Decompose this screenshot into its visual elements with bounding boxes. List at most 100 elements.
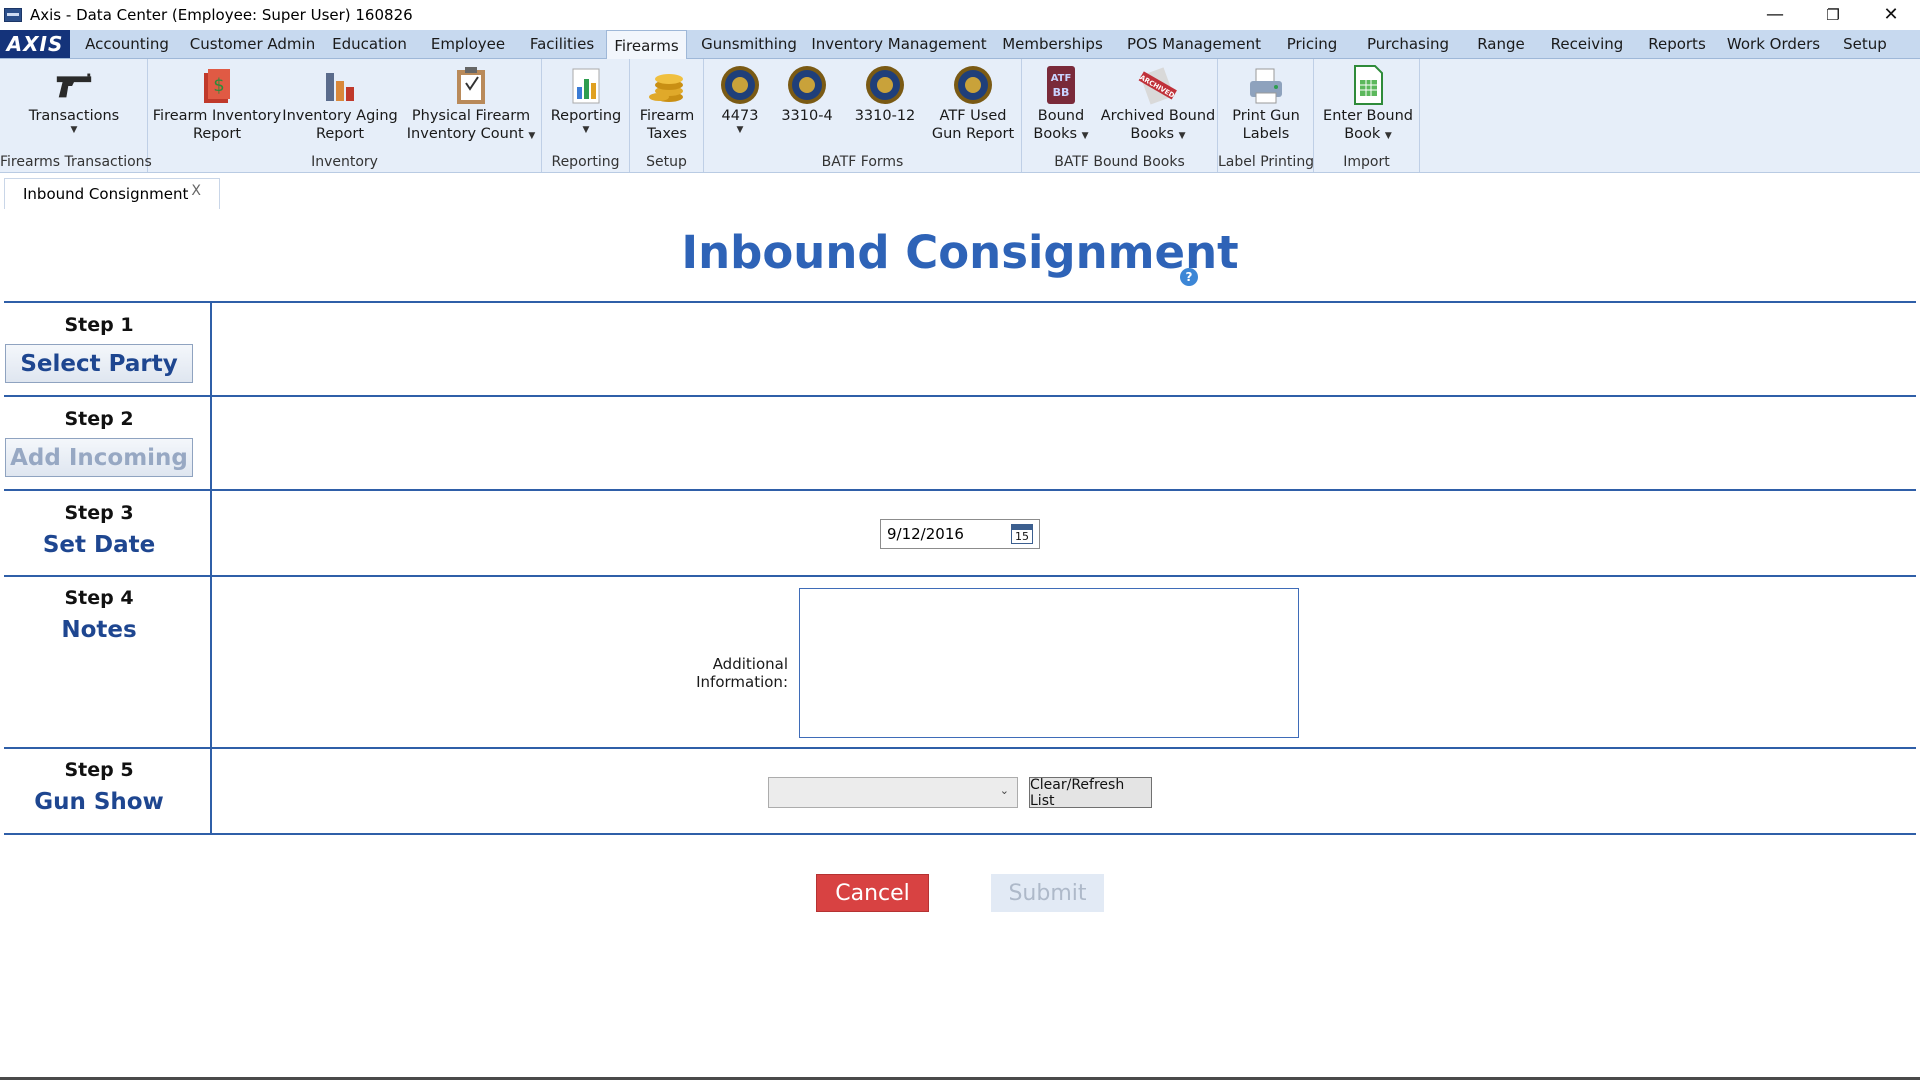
atf-seal-icon <box>719 63 761 107</box>
firearm-inventory-report-button[interactable]: $ Firearm Inventory Report <box>152 63 282 143</box>
step-number: Step 1 <box>64 314 134 336</box>
step-number: Step 4 <box>64 587 134 609</box>
menu-pos-management[interactable]: POS Management <box>1118 30 1270 58</box>
divider <box>4 489 1916 491</box>
firearm-taxes-label-2: Taxes <box>647 126 687 142</box>
atf-seal-icon <box>952 63 994 107</box>
group-label-label-printing: Label Printing <box>1218 154 1315 170</box>
ribbon-group-import: Enter Bound Book ▼ Import <box>1314 59 1420 172</box>
form-4473-label: 4473 <box>721 108 759 124</box>
additional-information-textarea[interactable] <box>799 588 1299 738</box>
step-2: Step 2 Add Incoming <box>4 408 194 477</box>
menu-accounting[interactable]: Accounting <box>70 30 184 58</box>
column-divider <box>210 302 212 834</box>
firearm-inventory-report-label-1: Firearm Inventory <box>152 108 282 124</box>
bb-text: BB <box>1053 86 1070 99</box>
form-3310-4-button[interactable]: 3310-4 <box>774 63 840 125</box>
step-number: Step 2 <box>64 408 134 430</box>
print-gun-labels-label-1: Print Gun <box>1232 108 1300 124</box>
menu-employee[interactable]: Employee <box>418 30 518 58</box>
close-button[interactable]: ✕ <box>1862 0 1920 29</box>
ribbon-group-setup: Firearm Taxes Setup <box>630 59 704 172</box>
tab-inbound-consignment[interactable]: Inbound Consignment X <box>4 178 220 209</box>
clipboard-icon <box>450 63 492 107</box>
firearm-taxes-button[interactable]: Firearm Taxes <box>634 63 700 143</box>
inventory-aging-report-label-2: Report <box>315 126 365 142</box>
menu-pricing[interactable]: Pricing <box>1270 30 1354 58</box>
calendar-day: 15 <box>1015 530 1029 543</box>
app-icon <box>4 7 22 22</box>
form-3310-12-button[interactable]: 3310-12 <box>848 63 922 125</box>
step-5: Step 5 Gun Show <box>4 759 194 815</box>
ribbon-group-batf-bound-books: ATF BB Bound Books ▼ ARCHIVED Archived Bo… <box>1022 59 1218 172</box>
group-label-setup: Setup <box>646 154 687 170</box>
bound-books-button[interactable]: ATF BB Bound Books ▼ <box>1026 63 1096 145</box>
archived-stamp-icon: ARCHIVED <box>1137 63 1179 107</box>
menu-gunsmithing[interactable]: Gunsmithing <box>687 30 811 58</box>
window-title: Axis - Data Center (Employee: Super User… <box>30 5 413 24</box>
physical-firearm-inventory-count-button[interactable]: Physical Firearm Inventory Count ▼ <box>406 63 536 145</box>
ribbon-group-inventory: $ Firearm Inventory Report Inventory Agi… <box>148 59 542 172</box>
window-controls: — ❐ ✕ <box>1746 0 1920 29</box>
enter-bound-book-button[interactable]: Enter Bound Book ▼ <box>1320 63 1416 145</box>
add-incoming-button[interactable]: Add Incoming <box>5 438 193 477</box>
inventory-aging-report-button[interactable]: Inventory Aging Report <box>282 63 398 143</box>
reporting-button[interactable]: Reporting ▼ <box>546 63 626 135</box>
gun-show-select[interactable]: ⌄ <box>768 777 1018 808</box>
date-picker[interactable]: 9/12/2016 15 <box>880 519 1040 549</box>
archived-bound-books-button[interactable]: ARCHIVED Archived Bound Books ▼ <box>1100 63 1216 145</box>
minimize-button[interactable]: — <box>1746 0 1804 29</box>
tab-close-button[interactable]: X <box>191 183 201 199</box>
submit-button[interactable]: Submit <box>991 874 1104 912</box>
menu-memberships[interactable]: Memberships <box>987 30 1118 58</box>
coins-icon <box>646 63 688 107</box>
page-title: Inbound Consignment <box>681 226 1239 279</box>
pistol-icon <box>53 63 95 107</box>
transactions-label: Transactions <box>28 108 120 124</box>
form-3310-4-label: 3310-4 <box>781 108 833 124</box>
menu-inventory-management[interactable]: Inventory Management <box>811 30 987 58</box>
enter-bound-book-label-1: Enter Bound <box>1323 108 1413 124</box>
help-icon[interactable]: ? <box>1180 268 1198 286</box>
step-number: Step 3 <box>64 502 134 524</box>
chevron-down-icon: ▼ <box>582 125 590 135</box>
title-bar: Axis - Data Center (Employee: Super User… <box>0 0 1920 29</box>
group-label-firearms-transactions: Firearms Transactions <box>0 154 152 170</box>
group-label-reporting: Reporting <box>551 154 620 170</box>
menu-facilities[interactable]: Facilities <box>518 30 606 58</box>
menu-setup[interactable]: Setup <box>1827 30 1903 58</box>
menu-purchasing[interactable]: Purchasing <box>1354 30 1462 58</box>
firearm-inventory-report-label-2: Report <box>192 126 242 142</box>
archived-bound-books-label-1: Archived Bound <box>1100 108 1216 124</box>
print-gun-labels-button[interactable]: Print Gun Labels <box>1222 63 1310 143</box>
divider <box>4 833 1916 835</box>
menu-receiving[interactable]: Receiving <box>1540 30 1634 58</box>
menu-range[interactable]: Range <box>1462 30 1540 58</box>
print-gun-labels-label-2: Labels <box>1242 126 1290 142</box>
group-label-batf-bound-books: BATF Bound Books <box>1054 154 1185 170</box>
menu-reports[interactable]: Reports <box>1634 30 1720 58</box>
menu-customer-admin[interactable]: Customer Admin <box>184 30 321 58</box>
set-date-label: Set Date <box>42 532 156 558</box>
form-4473-button[interactable]: 4473 ▼ <box>708 63 772 135</box>
calendar-icon[interactable]: 15 <box>1011 524 1033 544</box>
menu-education[interactable]: Education <box>321 30 418 58</box>
menu-firearms[interactable]: Firearms <box>606 30 687 60</box>
divider <box>4 747 1916 749</box>
ribbon-group-label-printing: Print Gun Labels Label Printing <box>1218 59 1314 172</box>
restore-button[interactable]: ❐ <box>1804 0 1862 29</box>
gun-show-label: Gun Show <box>34 789 164 815</box>
bound-book-icon: ATF BB <box>1040 63 1082 107</box>
cancel-button[interactable]: Cancel <box>816 874 929 912</box>
transactions-button[interactable]: Transactions ▼ <box>24 63 124 135</box>
clear-refresh-list-button[interactable]: Clear/Refresh List <box>1029 777 1152 809</box>
menu-bar: AXIS Accounting Customer Admin Education… <box>0 30 1920 60</box>
atf-used-gun-report-button[interactable]: ATF Used Gun Report <box>928 63 1018 143</box>
date-value: 9/12/2016 <box>887 525 964 543</box>
atf-used-gun-report-label-1: ATF Used <box>939 108 1007 124</box>
select-party-button[interactable]: Select Party <box>5 344 193 383</box>
menu-work-orders[interactable]: Work Orders <box>1720 30 1827 58</box>
svg-text:$: $ <box>213 75 224 96</box>
archived-bound-books-label-2: Books ▼ <box>1130 126 1186 142</box>
additional-information-label: Additional Information: <box>696 655 788 691</box>
